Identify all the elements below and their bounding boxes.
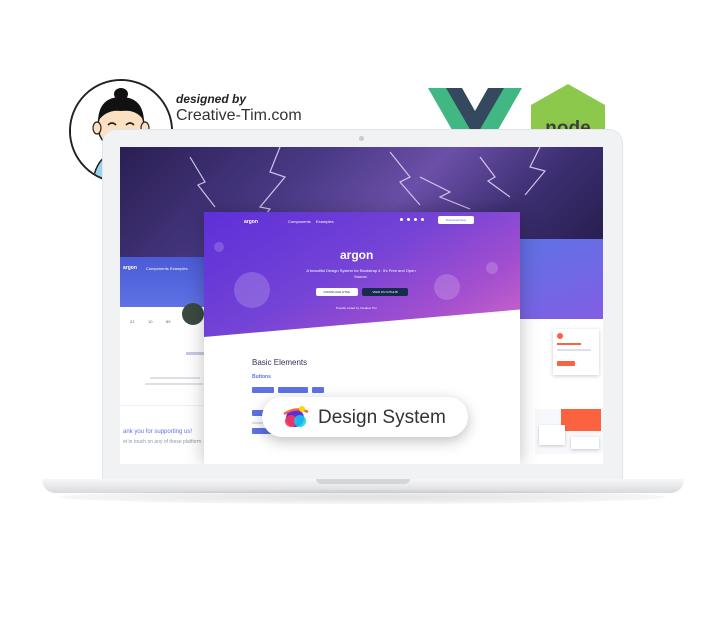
github-button[interactable]: VIEW ON GITHUB (362, 288, 408, 296)
left-text-line (186, 352, 204, 355)
basic-elements-title: Basic Elements (252, 358, 308, 367)
buttons-section-label: Buttons (252, 374, 271, 380)
left-nav-examples: Examples (170, 266, 188, 271)
right-card-line (557, 349, 591, 351)
right-card-icon (557, 333, 563, 339)
argon-logo: argon (340, 248, 374, 262)
nav-components[interactable]: Components (288, 219, 311, 224)
nav-examples[interactable]: Examples (316, 219, 334, 224)
left-thanks-title: ank you for supporting us! (123, 429, 193, 435)
download-html-button[interactable]: DOWNLOAD HTML (316, 288, 358, 296)
argon-planet-icon (283, 406, 309, 427)
designer-name[interactable]: Creative-Tim.com (176, 107, 302, 125)
right-card (553, 329, 599, 375)
left-stat-3: 89 (166, 319, 171, 324)
sample-button[interactable] (252, 387, 274, 393)
right-orange-block (561, 409, 601, 431)
left-text-line (145, 383, 203, 385)
right-mini-card (571, 437, 599, 449)
sample-button[interactable] (312, 387, 324, 393)
sample-button[interactable] (278, 387, 308, 393)
right-page-hero (515, 239, 603, 319)
left-thanks-sub: et in touch on any of these platform (123, 439, 202, 445)
powered-by-text: Proudly coded by Creative Tim (336, 306, 377, 310)
left-stat-2: 10 (148, 319, 153, 324)
laptop-base-notch (316, 479, 410, 484)
left-divider (120, 405, 206, 406)
left-nav-components: Components (146, 266, 169, 271)
left-profile-avatar (182, 303, 204, 325)
nav-brand[interactable]: argon (244, 219, 258, 225)
design-system-label: Design System (318, 407, 446, 428)
right-card-title (557, 343, 581, 345)
hero-circle (214, 242, 224, 252)
nav-social-icon[interactable] (414, 218, 417, 221)
center-page-hero: argon Components Examples Download Now a… (204, 212, 520, 337)
left-brand: argon (123, 265, 137, 271)
left-page-hero: argon Components Examples (120, 257, 206, 307)
laptop-camera (359, 136, 364, 141)
hero-circle (234, 272, 270, 308)
laptop-shadow (60, 490, 666, 504)
nav-social-icon[interactable] (400, 218, 403, 221)
right-mini-card (539, 425, 565, 445)
nav-download-button[interactable]: Download Now (438, 216, 474, 224)
right-bottom-panel (535, 409, 603, 454)
left-stat-1: 22 (130, 319, 135, 324)
design-system-badge: Design System (262, 397, 468, 437)
right-page-preview (515, 239, 603, 464)
hero-circle (434, 274, 460, 300)
nav-social-icon[interactable] (407, 218, 410, 221)
designed-by-label: designed by (176, 92, 247, 106)
left-text-line (150, 377, 200, 379)
hero-description: A beautiful Design System for Bootstrap … (306, 268, 416, 279)
right-card-button (557, 361, 575, 366)
hero-circle (486, 262, 498, 274)
nav-social-icon[interactable] (421, 218, 424, 221)
